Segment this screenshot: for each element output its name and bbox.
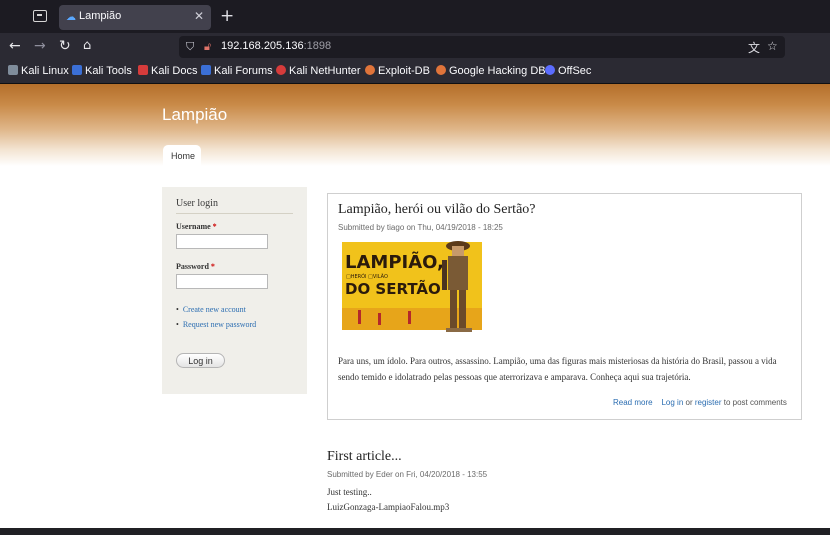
forward-arrow-icon[interactable]: → [34,38,46,54]
url-text[interactable]: 192.168.205.136:1898 [221,40,331,52]
divider [176,213,293,214]
bookmark-exploit-db[interactable]: Exploit-DB [365,65,430,77]
ghdb-icon [436,65,446,75]
close-tab-icon[interactable]: ✕ [194,9,204,23]
to-post-text: to post comments [721,398,787,407]
request-password-link[interactable]: • Request new password [176,320,256,329]
username-label: Username * [176,222,217,231]
article-lampiao: Lampião, herói ou vilão do Sertão? Submi… [327,193,802,420]
svg-text:□HERÓI □VILÃO: □HERÓI □VILÃO [346,273,388,280]
article-title[interactable]: Lampião, herói ou vilão do Sertão? [338,202,536,218]
shield-icon[interactable]: ⛉ [186,40,194,54]
kali-docs-icon [138,65,148,75]
article-body: Para uns, um ídolo. Para outros, assassi… [338,356,777,382]
bookmark-google-hacking-db[interactable]: Google Hacking DB [436,65,546,77]
address-bar[interactable]: ⛉ 🔓︎ 192.168.205.136:1898 文 ☆ [179,36,785,58]
exploit-db-icon [365,65,375,75]
bookmark-star-icon[interactable]: ☆ [767,39,778,53]
svg-text:LAMPIÃO,: LAMPIÃO, [345,250,444,273]
read-more-link[interactable]: Read more [613,398,653,407]
bookmark-kali-linux[interactable]: Kali Linux [8,65,69,77]
kali-icon [8,65,18,75]
password-field[interactable] [176,274,268,289]
log-in-link[interactable]: Log in [661,398,683,407]
tab-list-icon[interactable] [33,10,47,22]
new-tab-icon[interactable]: + [220,7,234,25]
article2-title[interactable]: First article... [327,449,402,465]
bookmark-kali-tools[interactable]: Kali Tools [72,65,132,77]
password-label: Password * [176,262,215,271]
nethunter-icon [276,65,286,75]
nav-home-label: Home [171,151,196,161]
bookmark-offsec[interactable]: OffSec [545,65,591,77]
back-arrow-icon[interactable]: ← [9,38,21,54]
nav-tab-home[interactable]: Home [163,145,201,166]
article-image: LAMPIÃO, □HERÓI □VILÃO DO SERTÃO [338,238,486,338]
article-links: Read more Log in or register to post com… [613,398,787,407]
user-login-title: User login [176,198,218,209]
tab-bar: ☁ Lampião ✕ + [0,0,830,33]
translate-icon[interactable]: 文 [748,39,760,56]
user-login-block: User login Username * Password * • Create… [162,187,307,394]
site-header: Lampião Home [0,84,830,166]
bookmark-kali-nethunter[interactable]: Kali NetHunter [276,65,361,77]
bookmarks-bar: Kali Linux Kali Tools Kali Docs Kali For… [0,61,830,84]
kali-tools-icon [72,65,82,75]
browser-tab[interactable]: ☁ Lampião ✕ [59,5,211,30]
svg-text:DO SERTÃO: DO SERTÃO [345,279,441,298]
article2-line2: LuizGonzaga-LampiaoFalou.mp3 [327,502,450,512]
bookmark-kali-docs[interactable]: Kali Docs [138,65,197,77]
home-icon[interactable]: ⌂ [83,38,91,54]
create-account-link[interactable]: • Create new account [176,305,246,314]
reload-icon[interactable]: ↻ [59,38,71,54]
taskbar [0,528,830,535]
or-text: or [683,398,695,407]
username-field[interactable] [176,234,268,249]
article2-line1: Just testing.. [327,487,372,497]
article2-meta: Submitted by Eder on Fri, 04/20/2018 - 1… [327,470,488,479]
log-in-button[interactable]: Log in [176,353,225,368]
tab-title: Lampião [79,10,122,22]
article-meta: Submitted by tiago on Thu, 04/19/2018 - … [338,223,503,232]
register-link[interactable]: register [695,398,722,407]
bookmark-kali-forums[interactable]: Kali Forums [201,65,273,77]
web-page: Lampião Home User login Username * Passw… [0,84,830,535]
site-favicon-icon: ☁ [66,12,76,23]
site-name[interactable]: Lampião [162,105,227,125]
kali-forums-icon [201,65,211,75]
offsec-icon [545,65,555,75]
insecure-lock-icon[interactable]: 🔓︎ [204,40,211,54]
